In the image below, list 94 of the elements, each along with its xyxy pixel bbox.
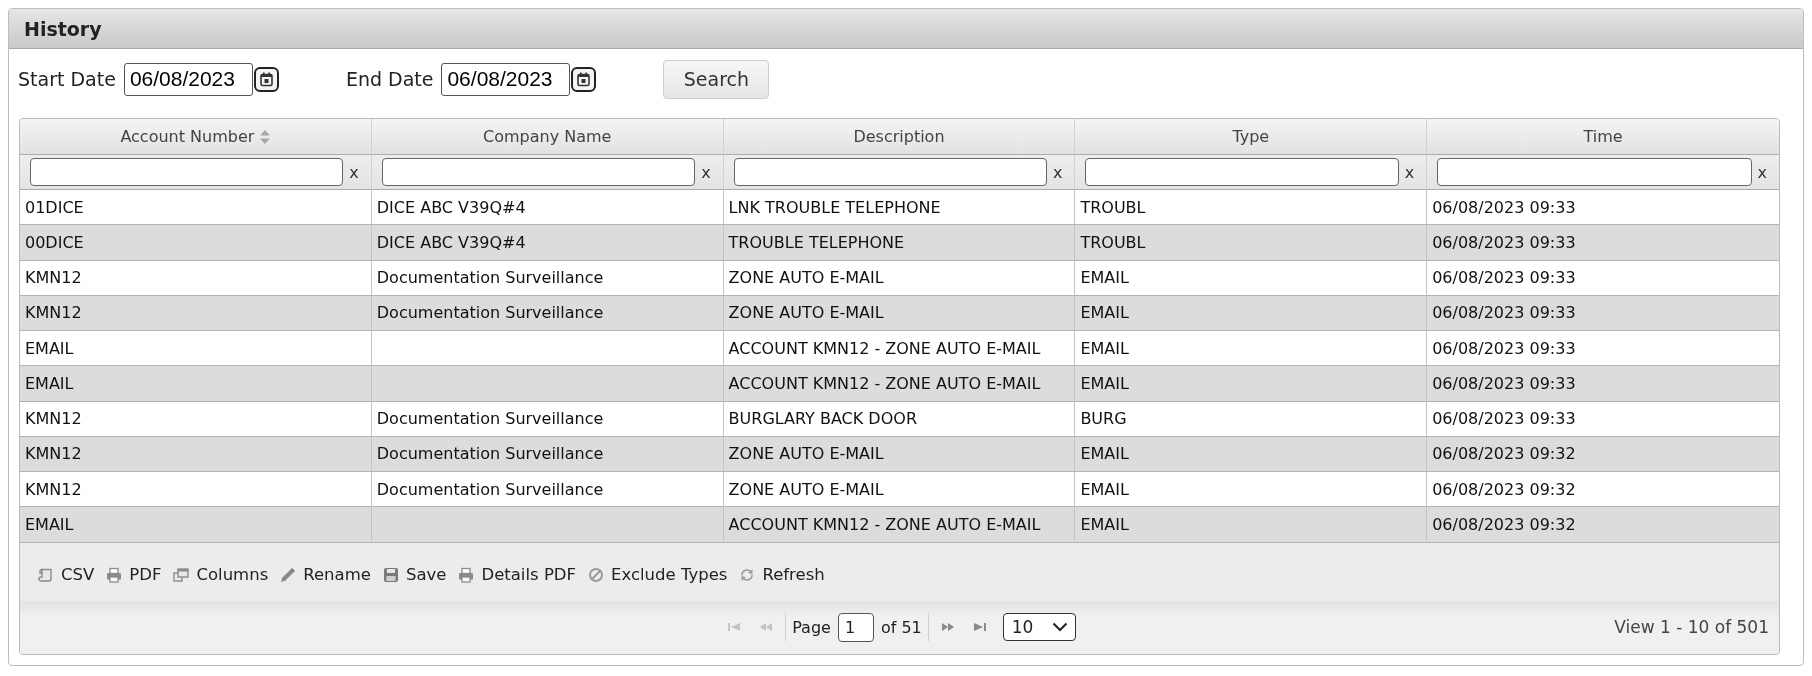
page-field[interactable]: 1 — [837, 612, 874, 642]
date-field[interactable]: 06/08/2023 — [123, 62, 253, 96]
filter-field[interactable] — [381, 158, 696, 186]
table-cell: TROUBL — [1075, 190, 1428, 226]
table-cell: Documentation Surveillance — [371, 260, 724, 296]
table-cell: ACCOUNT KMN12 - ZONE AUTO E-MAIL — [723, 331, 1076, 367]
date-field[interactable]: 06/08/2023 — [441, 62, 571, 96]
table-cell: EMAIL — [20, 507, 372, 543]
table-cell: ZONE AUTO E-MAIL — [723, 295, 1076, 331]
page-size-select[interactable]: 10 — [1002, 613, 1076, 642]
column-header[interactable]: Account Number — [20, 119, 372, 155]
refresh-icon — [739, 566, 756, 583]
printer-icon — [106, 566, 123, 583]
table-cell: EMAIL — [1075, 295, 1428, 331]
panel-title: History — [24, 17, 102, 40]
table-cell: 06/08/2023 09:32 — [1427, 472, 1779, 508]
table-cell: Documentation Surveillance — [371, 436, 724, 472]
toolbar-button[interactable]: CSV — [38, 565, 95, 584]
table-cell: TROUBL — [1075, 225, 1428, 261]
windows-icon — [173, 566, 190, 583]
table-cell: 06/08/2023 09:33 — [1427, 401, 1779, 437]
table-cell: BURGLARY BACK DOOR — [723, 401, 1076, 437]
table-cell: ZONE AUTO E-MAIL — [723, 436, 1076, 472]
column-header[interactable]: Type — [1075, 119, 1428, 155]
clear-filter-button[interactable]: x — [1757, 162, 1767, 182]
next-page-icon[interactable] — [940, 622, 955, 633]
search-button[interactable]: Search — [663, 59, 770, 99]
table-cell: EMAIL — [20, 331, 372, 367]
toolbar-button[interactable]: Save — [382, 565, 447, 584]
table-cell: 06/08/2023 09:33 — [1427, 366, 1779, 402]
calendar-icon[interactable] — [253, 66, 279, 92]
toolbar-button[interactable]: Columns — [173, 565, 269, 584]
table-cell: ZONE AUTO E-MAIL — [723, 472, 1076, 508]
table-cell: KMN12 — [20, 436, 372, 472]
toolbar-button[interactable]: Refresh — [739, 565, 825, 584]
view-summary: View 1 - 10 of 501 — [1614, 617, 1769, 638]
table-cell: ZONE AUTO E-MAIL — [723, 260, 1076, 296]
scroll-icon — [38, 566, 54, 583]
clear-filter-button[interactable]: x — [349, 162, 359, 182]
page-count-label: of 51 — [880, 617, 922, 637]
table-cell: 06/08/2023 09:33 — [1427, 295, 1779, 331]
table-cell: EMAIL — [1075, 436, 1428, 472]
table-cell: 00DICE — [20, 225, 372, 261]
table-cell: Documentation Surveillance — [371, 295, 724, 331]
table-cell: 06/08/2023 09:33 — [1427, 331, 1779, 367]
table-cell: 01DICE — [20, 190, 372, 226]
toolbar-button[interactable]: Exclude Types — [588, 565, 728, 584]
toolbar-button[interactable]: Details PDF — [458, 565, 577, 584]
table-cell: DICE ABC V39Q#4 — [371, 190, 724, 226]
clear-filter-button[interactable]: x — [1052, 162, 1063, 182]
table-cell: EMAIL — [1075, 260, 1428, 296]
filter-field[interactable] — [30, 158, 344, 186]
pencil-icon — [280, 566, 297, 583]
printer-icon — [458, 566, 475, 583]
table-cell: TROUBLE TELEPHONE — [723, 225, 1076, 261]
toolbar-button[interactable]: PDF — [106, 565, 162, 584]
column-header[interactable]: Company Name — [371, 119, 724, 155]
table-cell: KMN12 — [20, 472, 372, 508]
filter-field[interactable] — [1437, 158, 1752, 186]
table-cell: LNK TROUBLE TELEPHONE — [723, 190, 1076, 226]
last-page-icon[interactable] — [972, 622, 987, 633]
table-cell: Documentation Surveillance — [371, 401, 724, 437]
filter-field[interactable] — [733, 158, 1047, 186]
toolbar-button[interactable]: Rename — [280, 565, 371, 584]
page-label: Page — [792, 617, 831, 637]
calendar-icon[interactable] — [571, 66, 597, 92]
table-cell: EMAIL — [20, 366, 372, 402]
table-cell: EMAIL — [1075, 507, 1428, 543]
table-cell: KMN12 — [20, 260, 372, 296]
table-cell: EMAIL — [1075, 366, 1428, 402]
column-header[interactable]: Description — [723, 119, 1076, 155]
column-header[interactable]: Time — [1427, 119, 1779, 155]
table-cell: EMAIL — [1075, 331, 1428, 367]
table-cell: ACCOUNT KMN12 - ZONE AUTO E-MAIL — [723, 507, 1076, 543]
end-date-label: End Date — [345, 68, 434, 90]
floppy-icon — [382, 566, 399, 583]
table-cell: 06/08/2023 09:32 — [1427, 507, 1779, 543]
clear-filter-button[interactable]: x — [1404, 162, 1415, 182]
table-cell: 06/08/2023 09:33 — [1427, 190, 1779, 226]
table-cell: Documentation Surveillance — [371, 472, 724, 508]
clear-filter-button[interactable]: x — [701, 162, 711, 182]
table-cell: 06/08/2023 09:32 — [1427, 436, 1779, 472]
table-cell: 06/08/2023 09:33 — [1427, 260, 1779, 296]
table-cell: KMN12 — [20, 401, 372, 437]
table-cell: KMN12 — [20, 295, 372, 331]
table-cell: 06/08/2023 09:33 — [1427, 225, 1779, 261]
start-date-label: Start Date — [18, 68, 116, 90]
no-entry-icon — [588, 566, 605, 583]
table-cell: EMAIL — [1075, 472, 1428, 508]
table-cell: BURG — [1075, 401, 1428, 437]
table-cell: ACCOUNT KMN12 - ZONE AUTO E-MAIL — [723, 366, 1076, 402]
chevron-icon — [1051, 622, 1068, 633]
table-cell: DICE ABC V39Q#4 — [371, 225, 724, 261]
filter-field[interactable] — [1085, 158, 1399, 186]
